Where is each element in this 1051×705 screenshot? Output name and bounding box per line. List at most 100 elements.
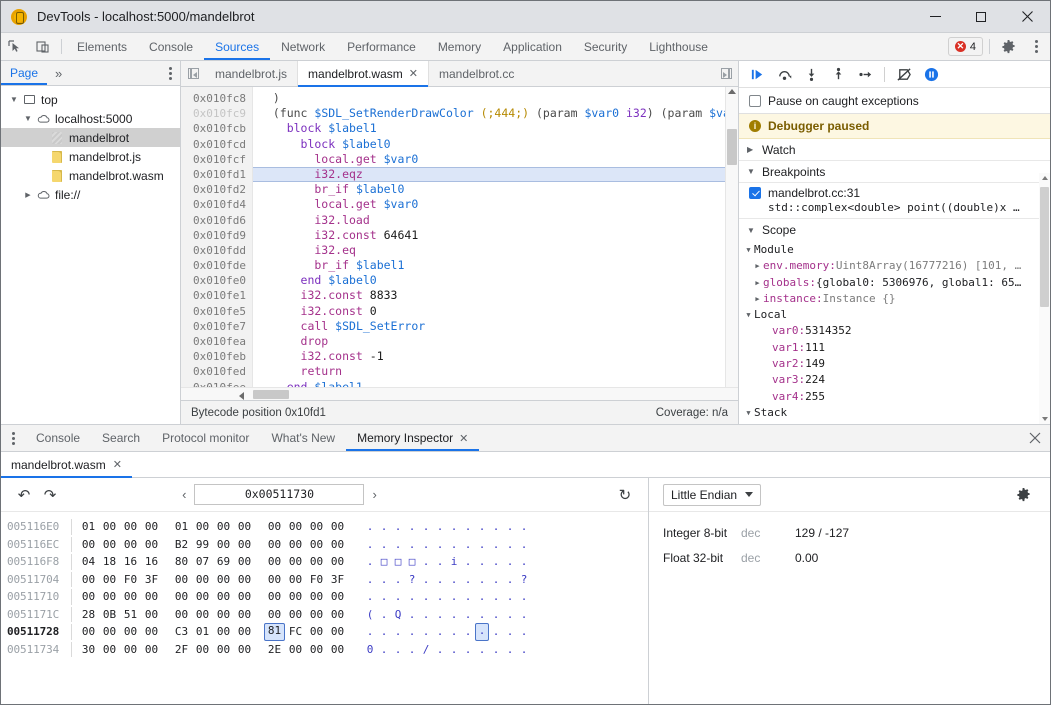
hex-byte[interactable]: 2F <box>171 641 192 659</box>
hex-byte[interactable]: 16 <box>141 553 162 571</box>
tab-application[interactable]: Application <box>492 33 573 60</box>
error-count-badge[interactable]: ✕ 4 <box>948 37 983 56</box>
tab-performance[interactable]: Performance <box>336 33 427 60</box>
ascii-char[interactable]: . <box>405 588 419 606</box>
ascii-char[interactable]: . <box>419 606 433 624</box>
ascii-char[interactable]: □ <box>405 553 419 571</box>
ascii-char[interactable]: . <box>517 641 531 659</box>
code-line[interactable]: end $label1 <box>253 380 738 387</box>
scroll-up-arrow-icon[interactable] <box>1042 176 1048 180</box>
ascii-char[interactable]: . <box>433 623 447 641</box>
hex-byte[interactable]: 28 <box>78 606 99 624</box>
code-line[interactable]: (func $SDL_SetRenderDrawColor (;444;) (p… <box>253 106 738 121</box>
breakpoints-section-header[interactable]: ▼ Breakpoints <box>739 161 1050 183</box>
ascii-char[interactable]: . <box>363 571 377 589</box>
hex-byte[interactable]: 00 <box>120 536 141 554</box>
step-into-icon[interactable] <box>799 63 823 85</box>
hex-byte[interactable]: 00 <box>78 571 99 589</box>
ascii-char[interactable]: . <box>391 588 405 606</box>
scroll-down-arrow-icon[interactable] <box>1042 417 1048 421</box>
previous-page-icon[interactable]: ‹ <box>179 487 189 502</box>
hex-byte[interactable]: 00 <box>327 553 348 571</box>
hex-byte[interactable]: 00 <box>264 571 285 589</box>
value-mode[interactable]: dec <box>741 526 795 540</box>
ascii-char[interactable]: . <box>391 641 405 659</box>
scroll-tabs-left-icon[interactable] <box>181 61 205 86</box>
gutter-line[interactable]: 0x010fdd <box>181 243 246 258</box>
hex-byte[interactable]: 00 <box>327 606 348 624</box>
ascii-char[interactable]: . <box>475 536 489 554</box>
ascii-char[interactable]: . <box>433 518 447 536</box>
hex-byte[interactable]: 99 <box>192 536 213 554</box>
chevron-down-icon[interactable]: ▼ <box>743 307 754 323</box>
gutter-line[interactable]: 0x010fe7 <box>181 319 246 334</box>
hex-byte[interactable]: 00 <box>285 588 306 606</box>
scroll-left-arrow-icon[interactable] <box>239 392 244 400</box>
hex-byte[interactable]: B2 <box>171 536 192 554</box>
ascii-char[interactable]: . <box>405 623 419 641</box>
ascii-char[interactable]: . <box>377 623 391 641</box>
ascii-char[interactable]: . <box>391 623 405 641</box>
ascii-char[interactable]: □ <box>377 553 391 571</box>
hex-row[interactable]: 0051171C280B51000000000000000000(.Q.....… <box>7 606 648 624</box>
ascii-char[interactable]: . <box>419 623 433 641</box>
debugger-scrollbar[interactable] <box>1039 173 1050 424</box>
step-out-icon[interactable] <box>826 63 850 85</box>
ascii-char[interactable]: . <box>405 606 419 624</box>
ascii-char[interactable]: . <box>461 641 475 659</box>
value-mode[interactable]: dec <box>741 551 795 565</box>
ascii-char[interactable]: . <box>489 606 503 624</box>
code-line[interactable]: block $label0 <box>253 137 738 152</box>
ascii-char[interactable]: ( <box>363 606 377 624</box>
ascii-char[interactable]: . <box>489 518 503 536</box>
hex-byte[interactable]: 00 <box>213 588 234 606</box>
ascii-char[interactable]: . <box>377 606 391 624</box>
hex-byte[interactable]: 00 <box>141 606 162 624</box>
gutter-line[interactable]: 0x010fe5 <box>181 304 246 319</box>
hex-byte[interactable]: 00 <box>264 553 285 571</box>
scope-row[interactable]: var4: 255 <box>739 389 1050 405</box>
ascii-char[interactable]: . <box>503 641 517 659</box>
gutter-line[interactable]: 0x010fd1 <box>181 167 246 182</box>
scope-row[interactable]: ▼Module <box>739 242 1050 258</box>
gutter-line[interactable]: 0x010feb <box>181 349 246 364</box>
hex-byte[interactable]: 00 <box>99 623 120 641</box>
hex-byte[interactable]: 00 <box>306 606 327 624</box>
ascii-char[interactable]: . <box>461 588 475 606</box>
debugger-scroll-thumb[interactable] <box>1040 187 1049 307</box>
hex-byte[interactable]: 00 <box>234 553 255 571</box>
resume-script-execution-icon[interactable] <box>745 63 769 85</box>
navigator-kebab-icon[interactable] <box>161 61 180 85</box>
ascii-char[interactable]: . <box>489 588 503 606</box>
hex-byte[interactable]: 00 <box>171 588 192 606</box>
gutter-line[interactable]: 0x010fe1 <box>181 288 246 303</box>
ascii-char[interactable]: 0 <box>363 641 377 659</box>
ascii-char[interactable]: . <box>363 588 377 606</box>
hex-dump[interactable]: 005116E0010000000100000000000000........… <box>1 512 648 704</box>
scroll-tabs-right-icon[interactable] <box>714 61 738 86</box>
tab-console[interactable]: Console <box>138 33 204 60</box>
ascii-char[interactable]: . <box>433 641 447 659</box>
ascii-char[interactable]: . <box>377 588 391 606</box>
breakpoint-item[interactable]: mandelbrot.cc:31 std::complex<double> po… <box>739 183 1050 219</box>
code-line[interactable]: block $label1 <box>253 121 738 136</box>
hex-byte[interactable]: 00 <box>120 641 141 659</box>
hex-byte[interactable]: 00 <box>264 518 285 536</box>
hex-byte[interactable]: 00 <box>192 518 213 536</box>
ascii-char[interactable]: . <box>475 518 489 536</box>
hex-byte[interactable]: 00 <box>327 623 348 641</box>
hex-byte[interactable]: 00 <box>213 623 234 641</box>
close-button[interactable] <box>1004 1 1050 32</box>
editor-tab-mandelbrot-js[interactable]: mandelbrot.js <box>205 61 298 86</box>
chevron-down-icon[interactable]: ▼ <box>743 405 754 421</box>
ascii-char[interactable]: . <box>503 571 517 589</box>
hex-row[interactable]: 00511734300000002F0000002E0000000.../...… <box>7 641 648 659</box>
gutter-line[interactable]: 0x010fde <box>181 258 246 273</box>
hex-byte[interactable]: 00 <box>171 606 192 624</box>
hex-row[interactable]: 0051172800000000C301000081FC0000........… <box>7 623 648 641</box>
hex-byte[interactable]: 00 <box>213 641 234 659</box>
drawer-tab-whats-new[interactable]: What's New <box>260 425 346 451</box>
hex-row[interactable]: 005117040000F03F000000000000F03F...?....… <box>7 571 648 589</box>
ascii-char[interactable]: . <box>517 518 531 536</box>
code-content[interactable]: ) (func $SDL_SetRenderDrawColor (;444;) … <box>253 87 738 387</box>
